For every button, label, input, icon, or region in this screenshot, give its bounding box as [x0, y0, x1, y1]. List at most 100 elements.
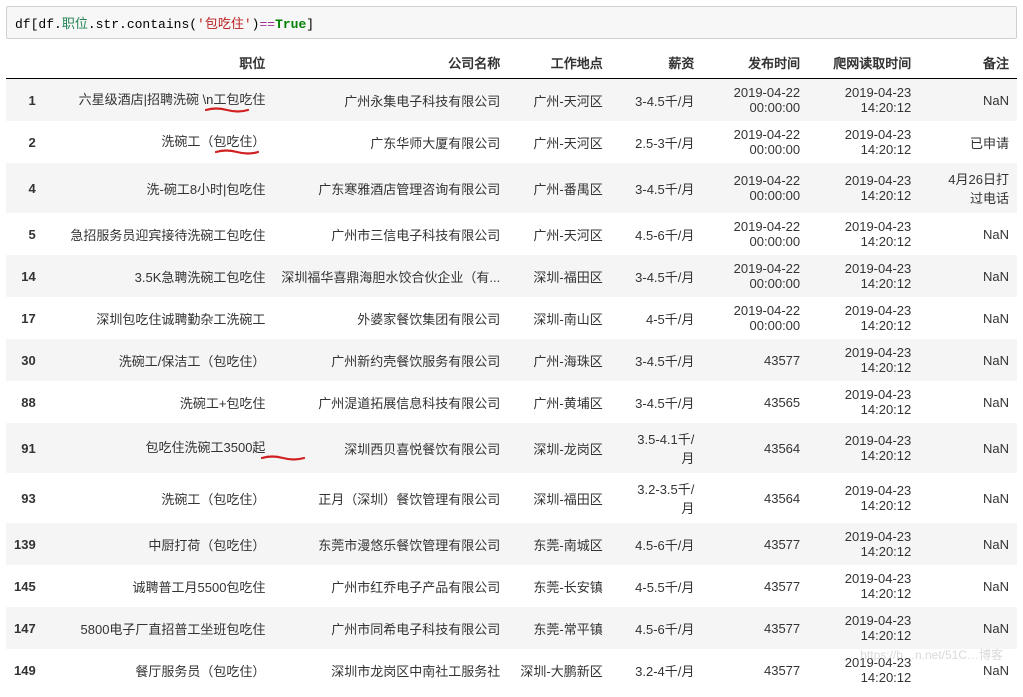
cell-loc: 深圳-龙岗区 [508, 423, 610, 473]
cell-pub: 43577 [702, 565, 808, 607]
cell-company: 深圳福华喜鼎海胆水饺合伙企业（有... [273, 255, 508, 297]
cell-pos: 3.5K急聘洗碗工包吃住 [44, 255, 274, 297]
pos-text: 六星级酒店|招聘洗碗 \n工包吃住 [79, 92, 266, 107]
row-index: 88 [6, 381, 44, 423]
code-arg: '包吃住' [197, 17, 252, 32]
header-index [6, 47, 44, 79]
cell-company: 广州市红乔电子产品有限公司 [273, 565, 508, 607]
cell-pos: 诚聘普工月5500包吃住 [44, 565, 274, 607]
cell-pub: 43577 [702, 607, 808, 649]
table-row: 145诚聘普工月5500包吃住广州市红乔电子产品有限公司东莞-长安镇4-5.5千… [6, 565, 1017, 607]
cell-crawl: 2019-04-2314:20:12 [808, 163, 919, 213]
pos-text: 洗-碗工8小时|包吃住 [146, 182, 265, 197]
row-index: 145 [6, 565, 44, 607]
cell-remark: NaN [919, 339, 1017, 381]
cell-loc: 广州-天河区 [508, 213, 610, 255]
cell-crawl: 2019-04-2314:20:12 [808, 381, 919, 423]
cell-remark: NaN [919, 423, 1017, 473]
cell-pos: 洗-碗工8小时|包吃住 [44, 163, 274, 213]
cell-salary: 3.5-4.1千/月 [611, 423, 703, 473]
cell-remark: NaN [919, 381, 1017, 423]
row-index: 147 [6, 607, 44, 649]
cell-salary: 3-4.5千/月 [611, 163, 703, 213]
cell-pub: 2019-04-2200:00:00 [702, 297, 808, 339]
header-remark: 备注 [919, 47, 1017, 79]
header-row: 职位 公司名称 工作地点 薪资 发布时间 爬网读取时间 备注 [6, 47, 1017, 79]
cell-salary: 3-4.5千/月 [611, 255, 703, 297]
pos-text: 洗碗工（包吃住） [161, 134, 265, 149]
cell-pub: 2019-04-2200:00:00 [702, 213, 808, 255]
cell-crawl: 2019-04-2314:20:12 [808, 565, 919, 607]
pos-text: 包吃住洗碗工3500起 [146, 440, 266, 455]
header-pub: 发布时间 [702, 47, 808, 79]
cell-loc: 深圳-福田区 [508, 473, 610, 523]
cell-crawl: 2019-04-2314:20:12 [808, 255, 919, 297]
cell-pos: 深圳包吃住诚聘勤杂工洗碗工 [44, 297, 274, 339]
pos-text: 洗碗工（包吃住） [161, 492, 265, 507]
cell-loc: 广州-天河区 [508, 121, 610, 163]
cell-salary: 3-4.5千/月 [611, 339, 703, 381]
cell-pub: 2019-04-2200:00:00 [702, 163, 808, 213]
code-text: df[df. [15, 17, 62, 32]
pos-text: 3.5K急聘洗碗工包吃住 [135, 270, 266, 285]
code-bool: True [275, 17, 306, 32]
cell-loc: 广州-黄埔区 [508, 381, 610, 423]
code-cell: df[df.职位.str.contains('包吃住')==True] [6, 6, 1017, 39]
table-row: 30洗碗工/保洁工（包吃住）广州新约壳餐饮服务有限公司广州-海珠区3-4.5千/… [6, 339, 1017, 381]
cell-company: 广州市同希电子科技有限公司 [273, 607, 508, 649]
cell-salary: 3.2-4千/月 [611, 649, 703, 691]
cell-remark: NaN [919, 649, 1017, 691]
table-row: 93 洗碗工（包吃住） 正月（深圳）餐饮管理有限公司深圳-福田区3.2-3.5千/月… [6, 473, 1017, 523]
cell-pub: 43564 [702, 473, 808, 523]
pos-text: 洗碗工+包吃住 [180, 396, 266, 411]
cell-salary: 3-4.5千/月 [611, 381, 703, 423]
cell-salary: 3.2-3.5千/月 [611, 473, 703, 523]
cell-company: 广州市三信电子科技有限公司 [273, 213, 508, 255]
cell-salary: 4.5-6千/月 [611, 607, 703, 649]
cell-remark: NaN [919, 523, 1017, 565]
row-index: 30 [6, 339, 44, 381]
cell-company: 正月（深圳）餐饮管理有限公司 [273, 473, 508, 523]
cell-crawl: 2019-04-2314:20:12 [808, 649, 919, 691]
dataframe-table: 职位 公司名称 工作地点 薪资 发布时间 爬网读取时间 备注 1 六星级酒店|招聘… [6, 47, 1017, 691]
pos-text: 中厨打荷（包吃住） [148, 538, 265, 553]
pos-text: 洗碗工/保洁工（包吃住） [119, 354, 266, 369]
cell-crawl: 2019-04-2314:20:12 [808, 423, 919, 473]
cell-pub: 43577 [702, 649, 808, 691]
table-row: 2洗碗工（包吃住）广东华师大厦有限公司广州-天河区2.5-3千/月2019-04… [6, 121, 1017, 163]
table-row: 4洗-碗工8小时|包吃住广东寒雅酒店管理咨询有限公司广州-番禺区3-4.5千/月… [6, 163, 1017, 213]
cell-pub: 43564 [702, 423, 808, 473]
table-row: 143.5K急聘洗碗工包吃住深圳福华喜鼎海胆水饺合伙企业（有...深圳-福田区3… [6, 255, 1017, 297]
cell-company: 广州永集电子科技有限公司 [273, 79, 508, 122]
code-field: 职位 [62, 17, 88, 32]
cell-company: 广州湜道拓展信息科技有限公司 [273, 381, 508, 423]
cell-remark: NaN [919, 297, 1017, 339]
cell-pos: 洗碗工+包吃住 [44, 381, 274, 423]
header-crawl: 爬网读取时间 [808, 47, 919, 79]
red-underline-annotation [215, 148, 259, 154]
table-row: 139中厨打荷（包吃住）东莞市漫悠乐餐饮管理有限公司东莞-南城区4.5-6千/月… [6, 523, 1017, 565]
red-underline-annotation [205, 106, 249, 112]
cell-crawl: 2019-04-2314:20:12 [808, 213, 919, 255]
row-index: 91 [6, 423, 44, 473]
cell-pos: 洗碗工（包吃住） [44, 473, 274, 523]
cell-loc: 深圳-大鹏新区 [508, 649, 610, 691]
code-end: ] [306, 17, 314, 32]
pos-text: 诚聘普工月5500包吃住 [133, 580, 266, 595]
cell-pos: 六星级酒店|招聘洗碗 \n工包吃住 [44, 79, 274, 122]
cell-crawl: 2019-04-2314:20:12 [808, 473, 919, 523]
cell-crawl: 2019-04-2314:20:12 [808, 79, 919, 122]
cell-loc: 东莞-长安镇 [508, 565, 610, 607]
row-index: 5 [6, 213, 44, 255]
cell-remark: 已申请 [919, 121, 1017, 163]
cell-pub: 43565 [702, 381, 808, 423]
red-underline-annotation [261, 454, 305, 460]
pos-text: 深圳包吃住诚聘勤杂工洗碗工 [96, 312, 265, 327]
pos-text: 5800电子厂直招普工坐班包吃住 [81, 622, 266, 637]
row-index: 2 [6, 121, 44, 163]
table-row: 1六星级酒店|招聘洗碗 \n工包吃住广州永集电子科技有限公司广州-天河区3-4.… [6, 79, 1017, 122]
row-index: 1 [6, 79, 44, 122]
row-index: 93 [6, 473, 44, 523]
cell-pos: 包吃住洗碗工3500起 [44, 423, 274, 473]
cell-salary: 2.5-3千/月 [611, 121, 703, 163]
